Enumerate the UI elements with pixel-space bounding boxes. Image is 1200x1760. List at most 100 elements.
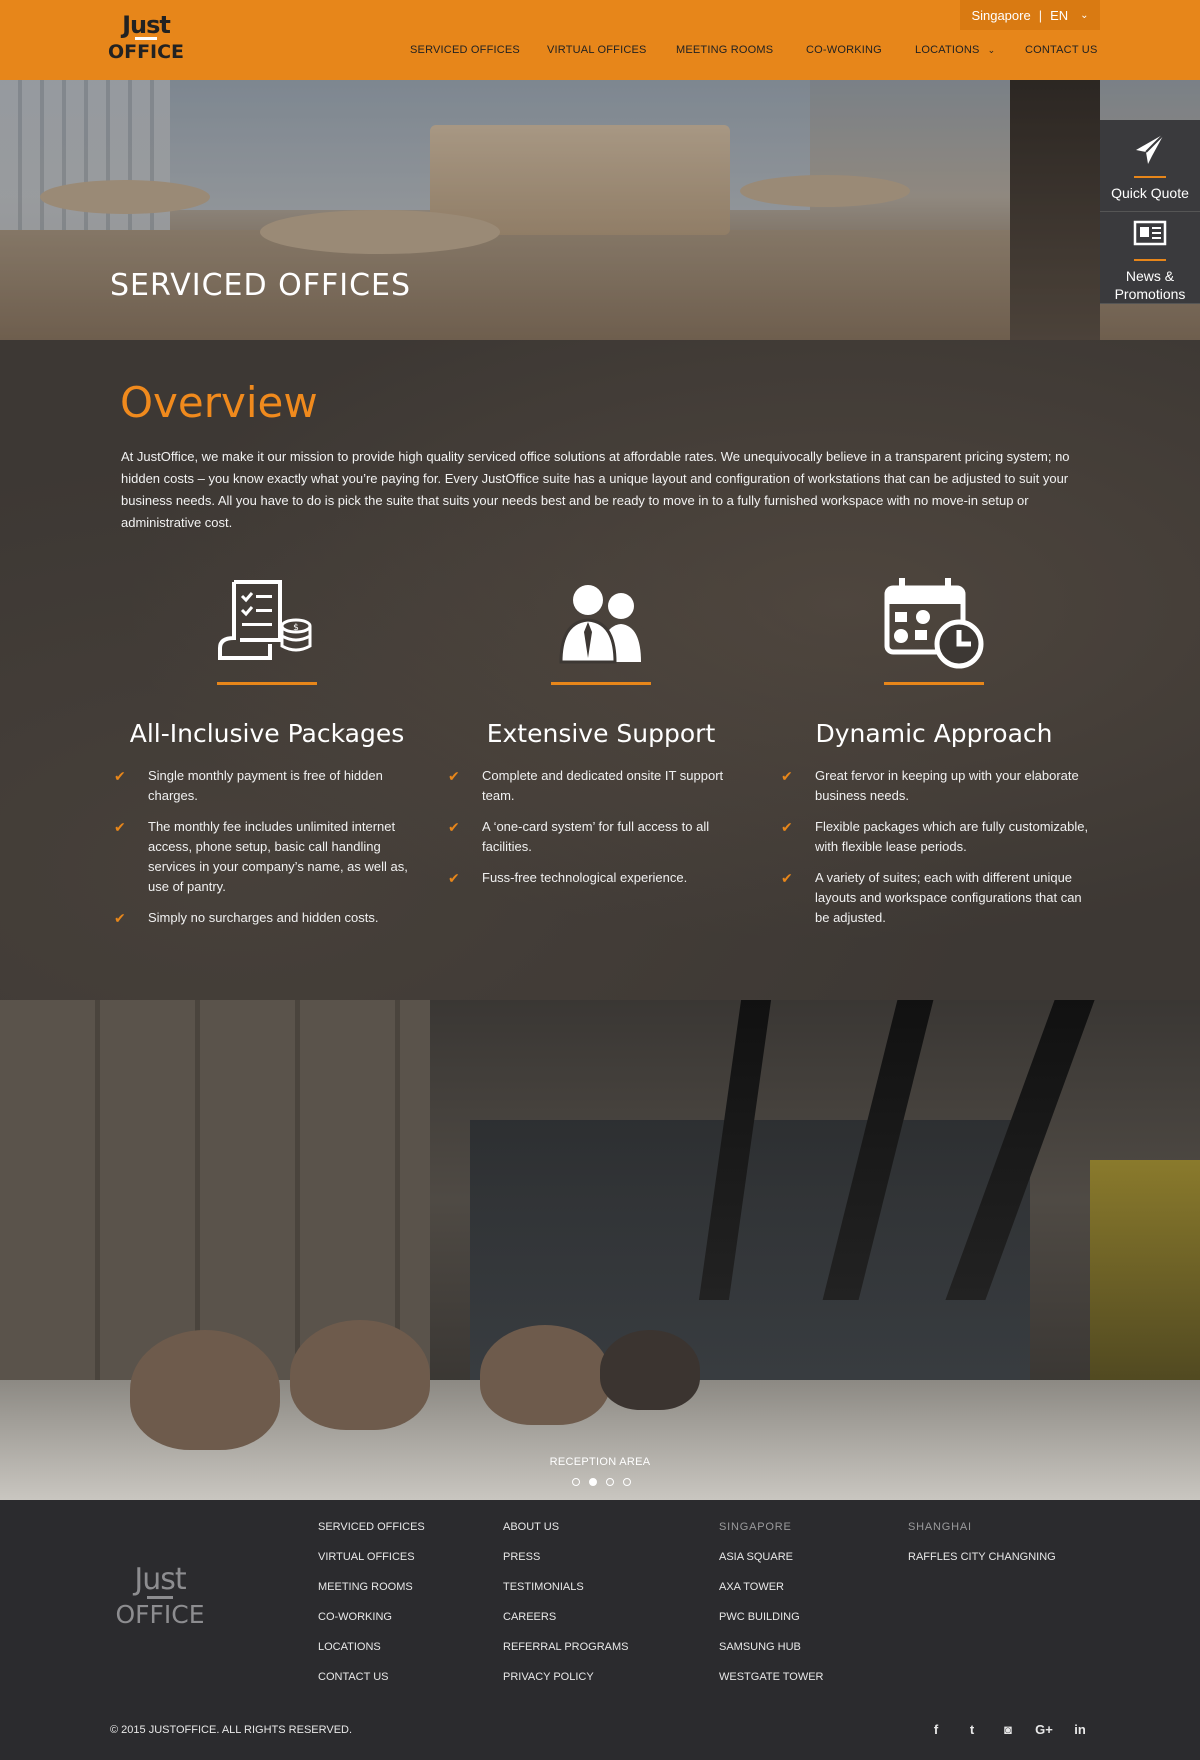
footer-shanghai-locations: SHANGHAI RAFFLES CITY CHANGNING bbox=[908, 1520, 1056, 1580]
list-item-text: The monthly fee includes unlimited inter… bbox=[148, 819, 408, 894]
list-item: ✔ Complete and dedicated onsite IT suppor… bbox=[446, 766, 756, 806]
locale-selector[interactable]: Singapore | EN ⌄ bbox=[960, 0, 1100, 30]
support-people-icon bbox=[559, 585, 641, 664]
footer-link-virtual-offices[interactable]: VIRTUAL OFFICES bbox=[318, 1550, 425, 1565]
nav-serviced-offices[interactable]: SERVICED OFFICES bbox=[410, 44, 520, 56]
footer-logo[interactable]: Just OFFICE bbox=[108, 1562, 212, 1629]
feature-underline bbox=[884, 682, 984, 685]
footer-link-about-us[interactable]: ABOUT US bbox=[503, 1520, 629, 1535]
country-label[interactable]: Singapore bbox=[971, 8, 1030, 23]
twitter-icon[interactable]: t bbox=[962, 1722, 982, 1737]
footer-link-privacy-policy[interactable]: PRIVACY POLICY bbox=[503, 1670, 629, 1685]
list-item: ✔ A variety of suites; each with differen… bbox=[779, 868, 1089, 928]
overview-section: Overview At JustOffice, we make it our m… bbox=[0, 340, 1200, 1000]
feature-all-inclusive: $ All-Inclusive Packages ✔ Single monthly… bbox=[112, 576, 422, 939]
photo-gallery[interactable]: RECEPTION AREA bbox=[0, 1000, 1200, 1500]
nav-virtual-offices[interactable]: VIRTUAL OFFICES bbox=[547, 44, 647, 56]
feature-title: All-Inclusive Packages bbox=[129, 719, 405, 748]
svg-text:$: $ bbox=[293, 623, 299, 633]
feature-underline bbox=[217, 682, 317, 685]
list-item-text: Single monthly payment is free of hidden… bbox=[148, 768, 383, 803]
check-icon: ✔ bbox=[114, 910, 126, 926]
footer-link-raffles-city-changning[interactable]: RAFFLES CITY CHANGNING bbox=[908, 1550, 1056, 1565]
linkedin-icon[interactable]: in bbox=[1070, 1722, 1090, 1737]
footer-link-asia-square[interactable]: ASIA SQUARE bbox=[719, 1550, 824, 1565]
list-item-text: Complete and dedicated onsite IT support… bbox=[482, 768, 724, 803]
logo-top-text: Just bbox=[122, 11, 171, 39]
locale-separator: | bbox=[1038, 7, 1043, 23]
site-logo[interactable]: Just OFFICE bbox=[106, 11, 186, 66]
copyright-text: © 2015 JUSTOFFICE. ALL RIGHTS RESERVED. bbox=[110, 1724, 353, 1736]
google-plus-icon[interactable]: G+ bbox=[1034, 1722, 1054, 1737]
footer-link-careers[interactable]: CAREERS bbox=[503, 1610, 629, 1625]
carousel-dot[interactable] bbox=[623, 1478, 631, 1486]
list-item: ✔ Single monthly payment is free of hidde… bbox=[112, 766, 422, 806]
carousel-dots bbox=[572, 1478, 631, 1486]
gallery-photo-chair bbox=[130, 1330, 280, 1450]
calendar-clock-icon bbox=[884, 578, 984, 669]
instagram-icon[interactable]: ◙ bbox=[998, 1722, 1018, 1737]
news-promotions-button[interactable]: News & Promotions bbox=[1100, 212, 1200, 304]
check-icon: ✔ bbox=[781, 870, 793, 886]
chevron-down-icon[interactable]: ⌄ bbox=[1080, 10, 1088, 21]
check-icon: ✔ bbox=[448, 819, 460, 835]
footer-link-locations[interactable]: LOCATIONS bbox=[318, 1640, 425, 1655]
footer-link-pwc-building[interactable]: PWC BUILDING bbox=[719, 1610, 824, 1625]
social-links: f t ◙ G+ in bbox=[926, 1722, 1090, 1737]
footer-link-contact-us[interactable]: CONTACT US bbox=[318, 1670, 425, 1685]
invoice-coins-icon: $ bbox=[218, 580, 312, 660]
paper-plane-icon bbox=[1136, 132, 1165, 164]
check-icon: ✔ bbox=[114, 768, 126, 784]
check-icon: ✔ bbox=[448, 870, 460, 886]
feature-extensive-support: Extensive Support ✔ Complete and dedicate… bbox=[446, 576, 756, 899]
footer-link-press[interactable]: PRESS bbox=[503, 1550, 629, 1565]
list-item: ✔ Fuss-free technological experience. bbox=[446, 868, 756, 888]
footer-singapore-locations: SINGAPORE ASIA SQUARE AXA TOWER PWC BUIL… bbox=[719, 1520, 824, 1700]
carousel-dot-active[interactable] bbox=[589, 1478, 597, 1486]
footer-link-axa-tower[interactable]: AXA TOWER bbox=[719, 1580, 824, 1595]
gallery-caption: RECEPTION AREA bbox=[549, 1456, 651, 1468]
footer-link-meeting-rooms[interactable]: MEETING ROOMS bbox=[318, 1580, 425, 1595]
site-header: Just OFFICE Singapore | EN ⌄ SERVICED OF… bbox=[0, 0, 1200, 80]
footer-company-links: ABOUT US PRESS TESTIMONIALS CAREERS REFE… bbox=[503, 1520, 629, 1700]
feature-dynamic-approach: Dynamic Approach ✔ Great fervor in keepin… bbox=[779, 576, 1089, 939]
nav-contact-us[interactable]: CONTACT US bbox=[1025, 44, 1098, 56]
side-widgets: Quick Quote News & Promotions bbox=[1100, 120, 1200, 304]
list-item: ✔ Simply no surcharges and hidden costs. bbox=[112, 908, 422, 928]
carousel-dot[interactable] bbox=[606, 1478, 614, 1486]
feature-list: ✔ Single monthly payment is free of hidde… bbox=[112, 766, 422, 928]
feature-title: Extensive Support bbox=[486, 719, 716, 748]
news-underline bbox=[1134, 258, 1166, 261]
site-footer: Just OFFICE SERVICED OFFICES VIRTUAL OFF… bbox=[0, 1500, 1200, 1760]
nav-locations-label: LOCATIONS bbox=[915, 44, 980, 56]
footer-link-samsung-hub[interactable]: SAMSUNG HUB bbox=[719, 1640, 824, 1655]
footer-link-serviced-offices[interactable]: SERVICED OFFICES bbox=[318, 1520, 425, 1535]
footer-link-co-working[interactable]: CO-WORKING bbox=[318, 1610, 425, 1625]
nav-locations[interactable]: LOCATIONS ⌄ bbox=[915, 44, 995, 56]
gallery-photo-chair bbox=[600, 1330, 700, 1410]
quick-quote-button[interactable]: Quick Quote bbox=[1100, 120, 1200, 212]
footer-link-testimonials[interactable]: TESTIMONIALS bbox=[503, 1580, 629, 1595]
list-item-text: Fuss-free technological experience. bbox=[482, 870, 688, 885]
footer-logo-top: Just bbox=[134, 1562, 186, 1597]
nav-co-working[interactable]: CO-WORKING bbox=[806, 44, 882, 56]
language-label[interactable]: EN bbox=[1050, 8, 1068, 23]
carousel-dot[interactable] bbox=[572, 1478, 580, 1486]
list-item: ✔ Flexible packages which are fully custo… bbox=[779, 817, 1089, 857]
check-icon: ✔ bbox=[448, 768, 460, 784]
footer-logo-bottom: OFFICE bbox=[115, 1600, 205, 1629]
list-item-text: Flexible packages which are fully custom… bbox=[815, 819, 1089, 854]
footer-link-referral-programs[interactable]: REFERRAL PROGRAMS bbox=[503, 1640, 629, 1655]
page-title: SERVICED OFFICES bbox=[110, 268, 412, 303]
footer-heading-singapore: SINGAPORE bbox=[719, 1521, 792, 1533]
footer-heading-shanghai: SHANGHAI bbox=[908, 1521, 972, 1533]
list-item-text: A ‘one-card system’ for full access to a… bbox=[482, 819, 710, 854]
check-icon: ✔ bbox=[781, 768, 793, 784]
news-promotions-label: News & Promotions bbox=[1115, 267, 1186, 303]
nav-meeting-rooms[interactable]: MEETING ROOMS bbox=[676, 44, 773, 56]
gallery-photo-chair bbox=[480, 1325, 610, 1425]
check-icon: ✔ bbox=[114, 819, 126, 835]
list-item: ✔ Great fervor in keeping up with your el… bbox=[779, 766, 1089, 806]
facebook-icon[interactable]: f bbox=[926, 1722, 946, 1737]
footer-link-westgate-tower[interactable]: WESTGATE TOWER bbox=[719, 1670, 824, 1685]
